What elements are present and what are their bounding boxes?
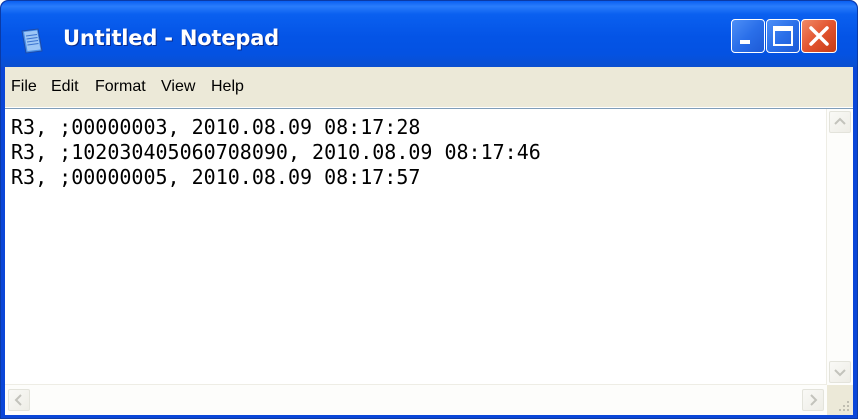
editor-text-area[interactable]: R3, ;00000003, 2010.08.09 08:17:28 R3, ;… — [11, 115, 819, 379]
menu-format[interactable]: Format — [95, 78, 146, 96]
resize-grip[interactable] — [827, 385, 853, 415]
menu-edit[interactable]: Edit — [51, 78, 79, 96]
window-title: Untitled - Notepad — [63, 26, 280, 50]
text-line: R3, ;102030405060708090, 2010.08.09 08:1… — [11, 140, 541, 164]
close-button[interactable] — [801, 19, 837, 53]
notepad-window: Untitled - Notepad File Edit Format View… — [0, 0, 858, 419]
chevron-left-icon — [14, 394, 22, 406]
minimize-icon — [740, 40, 750, 44]
menu-bar: File Edit Format View Help — [5, 67, 853, 108]
text-editor[interactable]: R3, ;00000003, 2010.08.09 08:17:28 R3, ;… — [5, 108, 853, 415]
menu-file[interactable]: File — [11, 78, 37, 96]
scroll-up-button[interactable] — [829, 111, 851, 133]
minimize-button[interactable] — [731, 19, 765, 53]
maximize-icon — [773, 26, 793, 46]
menu-help[interactable]: Help — [211, 78, 244, 96]
scroll-down-button[interactable] — [829, 361, 851, 383]
chevron-down-icon — [834, 369, 846, 377]
vertical-scrollbar[interactable] — [826, 109, 853, 385]
scroll-left-button[interactable] — [8, 389, 30, 411]
title-bar[interactable]: Untitled - Notepad — [1, 1, 857, 67]
notepad-app-icon — [21, 28, 43, 54]
text-line: R3, ;00000003, 2010.08.09 08:17:28 — [11, 115, 421, 139]
maximize-button[interactable] — [766, 19, 800, 53]
chevron-up-icon — [834, 117, 846, 125]
menu-view[interactable]: View — [161, 78, 195, 96]
scroll-right-button[interactable] — [802, 389, 824, 411]
text-line: R3, ;00000005, 2010.08.09 08:17:57 — [11, 165, 421, 189]
horizontal-scrollbar[interactable] — [5, 384, 827, 415]
close-icon — [809, 26, 829, 46]
chevron-right-icon — [810, 394, 818, 406]
